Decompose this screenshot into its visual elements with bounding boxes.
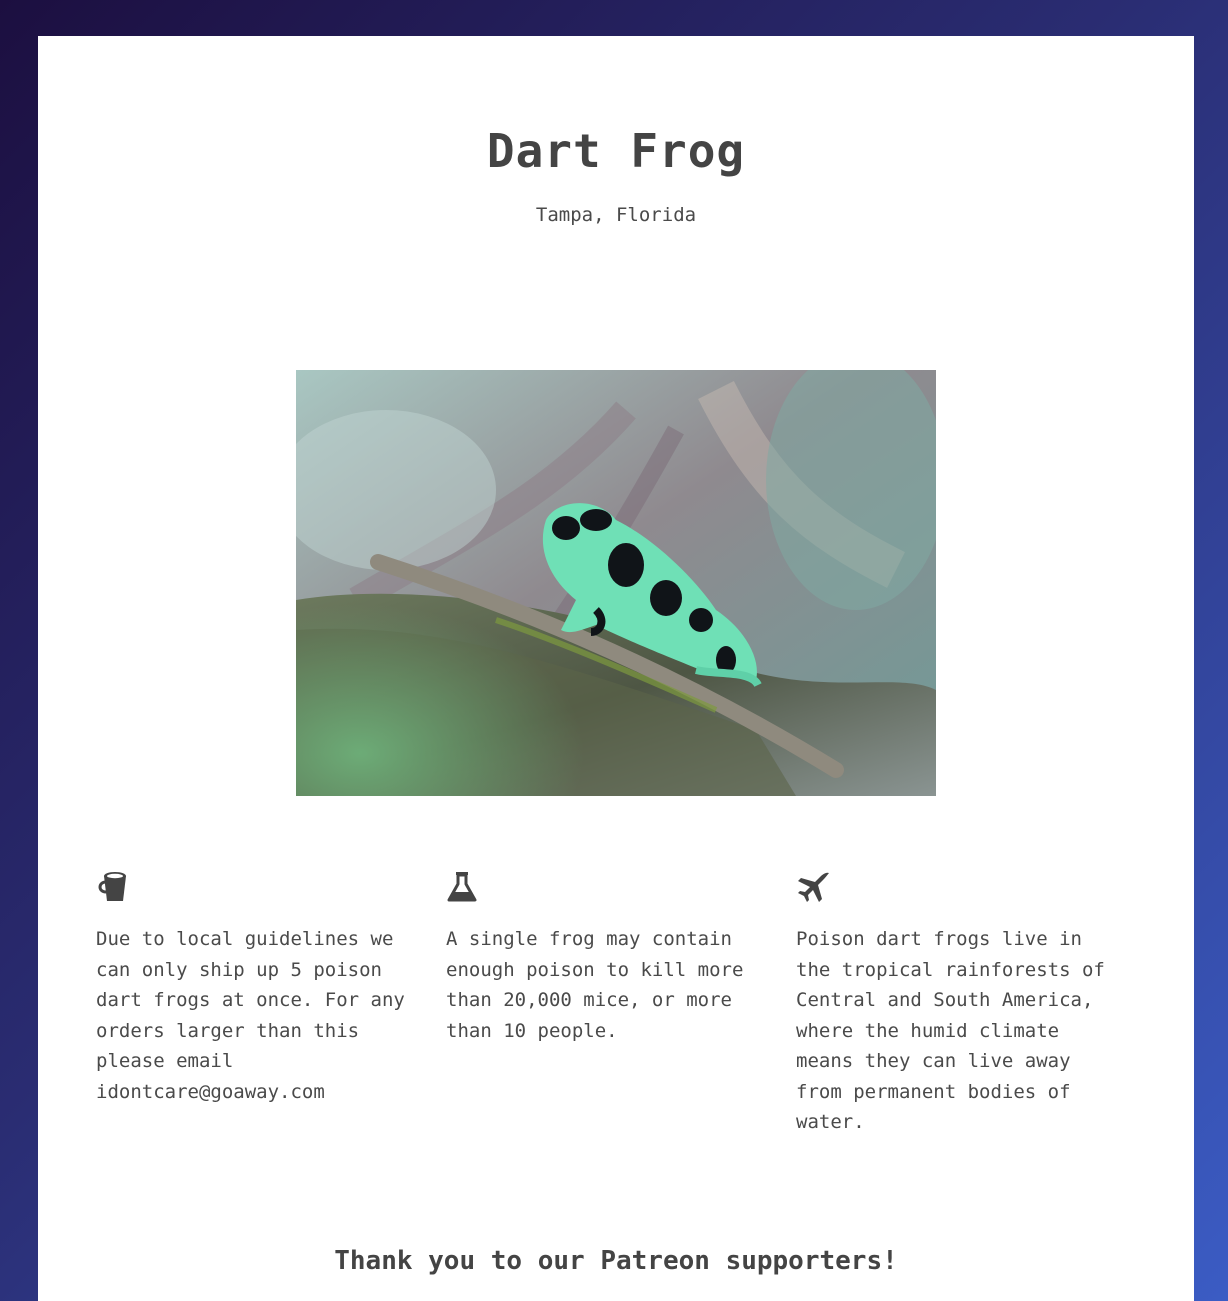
flask-icon bbox=[446, 870, 482, 904]
location-subtitle: Tampa, Florida bbox=[535, 204, 697, 226]
frog-photo bbox=[296, 370, 936, 796]
product-card: Dart Frog Tampa, Florida Due to local gu… bbox=[38, 36, 1194, 1301]
feature-text: Poison dart frogs live in the tropical r… bbox=[796, 928, 1105, 1133]
patreon-thanks-heading: Thank you to our Patreon supporters! bbox=[334, 1246, 898, 1276]
feature-text: A single frog may contain enough poison … bbox=[446, 928, 744, 1042]
feature-poison: A single frog may contain enough poison … bbox=[446, 870, 796, 1138]
feature-shipping: Due to local guidelines we can only ship… bbox=[96, 870, 446, 1138]
bucket-icon bbox=[96, 870, 132, 904]
feature-list: Due to local guidelines we can only ship… bbox=[96, 870, 1146, 1138]
feature-text: Due to local guidelines we can only ship… bbox=[96, 928, 405, 1103]
page-title: Dart Frog bbox=[486, 124, 746, 178]
feature-habitat: Poison dart frogs live in the tropical r… bbox=[796, 870, 1146, 1138]
plane-icon bbox=[796, 870, 832, 904]
